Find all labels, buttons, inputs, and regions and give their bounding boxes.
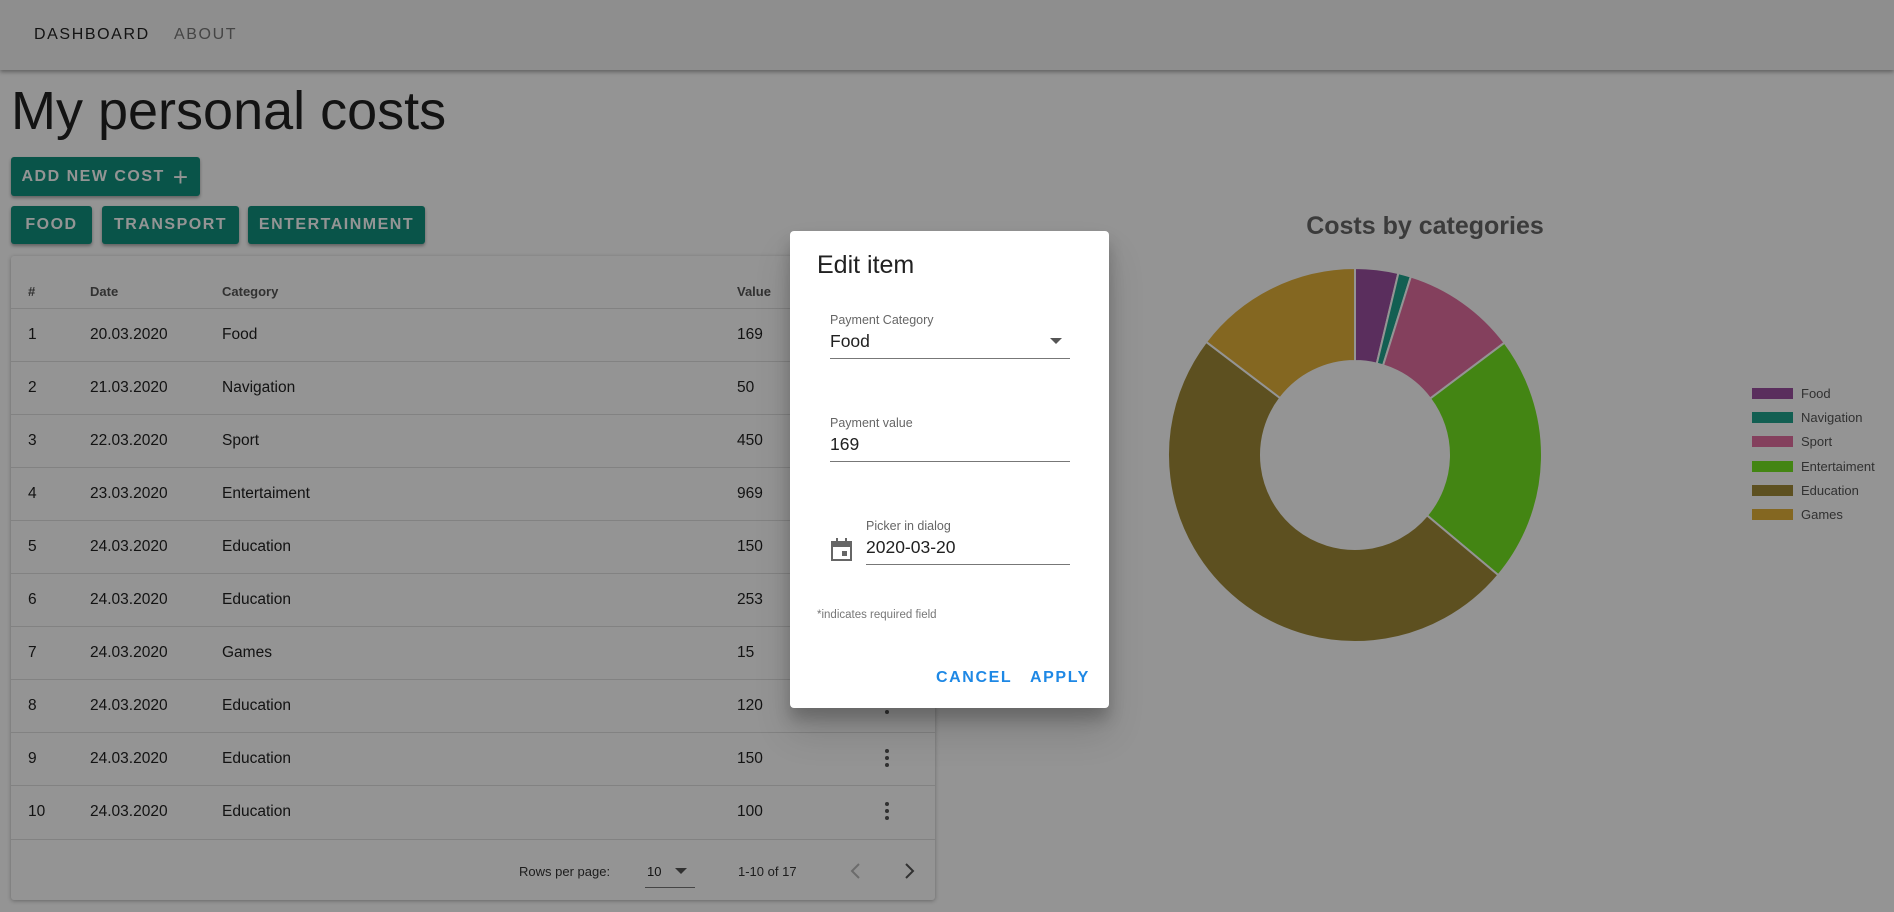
payment-category-label: Payment Category [830,313,934,327]
calendar-icon[interactable] [831,538,852,561]
payment-value-label: Payment value [830,416,913,430]
payment-category-value: Food [830,331,870,351]
dialog-title: Edit item [817,251,915,279]
date-underline [866,564,1070,565]
payment-category-select[interactable]: Payment Category Food [830,311,1070,359]
date-picker-label: Picker in dialog [866,519,951,533]
chevron-down-icon [1050,338,1062,344]
category-underline [830,358,1070,359]
value-underline [830,461,1070,462]
payment-value-input: 169 [830,434,860,454]
edit-item-dialog: Edit item Payment Category Food Payment … [790,231,1109,708]
date-picker-value: 2020-03-20 [866,537,956,557]
apply-button[interactable]: APPLY [1030,669,1090,687]
cancel-button[interactable]: CANCEL [936,669,1012,687]
payment-value-field[interactable]: Payment value 169 [830,414,1070,462]
date-picker-field[interactable]: Picker in dialog 2020-03-20 [866,517,1070,565]
required-note: *indicates required field [817,609,937,621]
